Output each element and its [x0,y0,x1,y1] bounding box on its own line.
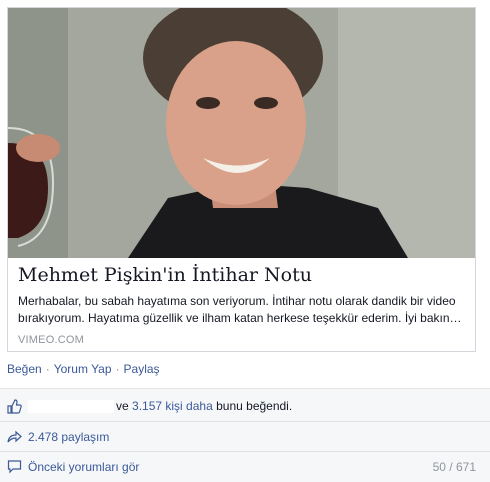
video-thumbnail[interactable] [8,8,475,258]
separator: · [45,362,50,376]
share-link[interactable]: Paylaş [124,362,160,376]
shares-row[interactable]: 2.478 paylaşım [0,421,490,451]
separator: · [115,362,120,376]
likes-row: ve 3.157 kişi daha bunu beğendi. [0,391,490,421]
view-previous-comments-link[interactable]: Önceki yorumları gör [28,460,139,474]
redacted-name [28,399,114,413]
others-likes-link[interactable]: 3.157 kişi daha [132,399,213,413]
card-description: Merhabalar, bu sabah hayatıma son veriyo… [18,294,462,325]
shares-count[interactable]: 2.478 paylaşım [28,430,109,444]
feedback-panel: ve 3.157 kişi daha bunu beğendi. 2.478 p… [0,388,490,482]
likes-suffix: bunu beğendi. [216,399,293,413]
comment-bubble-icon [7,459,22,474]
share-arrow-icon [7,429,22,444]
like-link[interactable]: Beğen [7,362,42,376]
comments-row: Önceki yorumları gör 50 / 671 [0,451,490,481]
link-preview-card[interactable]: Mehmet Pişkin'in İntihar Notu Merhabalar… [7,7,476,352]
comment-count: 50 / 671 [432,459,476,474]
likes-prefix: ve [116,399,129,413]
card-title[interactable]: Mehmet Pişkin'in İntihar Notu [18,263,465,287]
thumbs-up-icon [7,398,22,414]
card-source: VIMEO.COM [18,334,84,346]
comment-link[interactable]: Yorum Yap [54,362,112,376]
post-actions: Beğen · Yorum Yap · Paylaş [7,362,160,376]
